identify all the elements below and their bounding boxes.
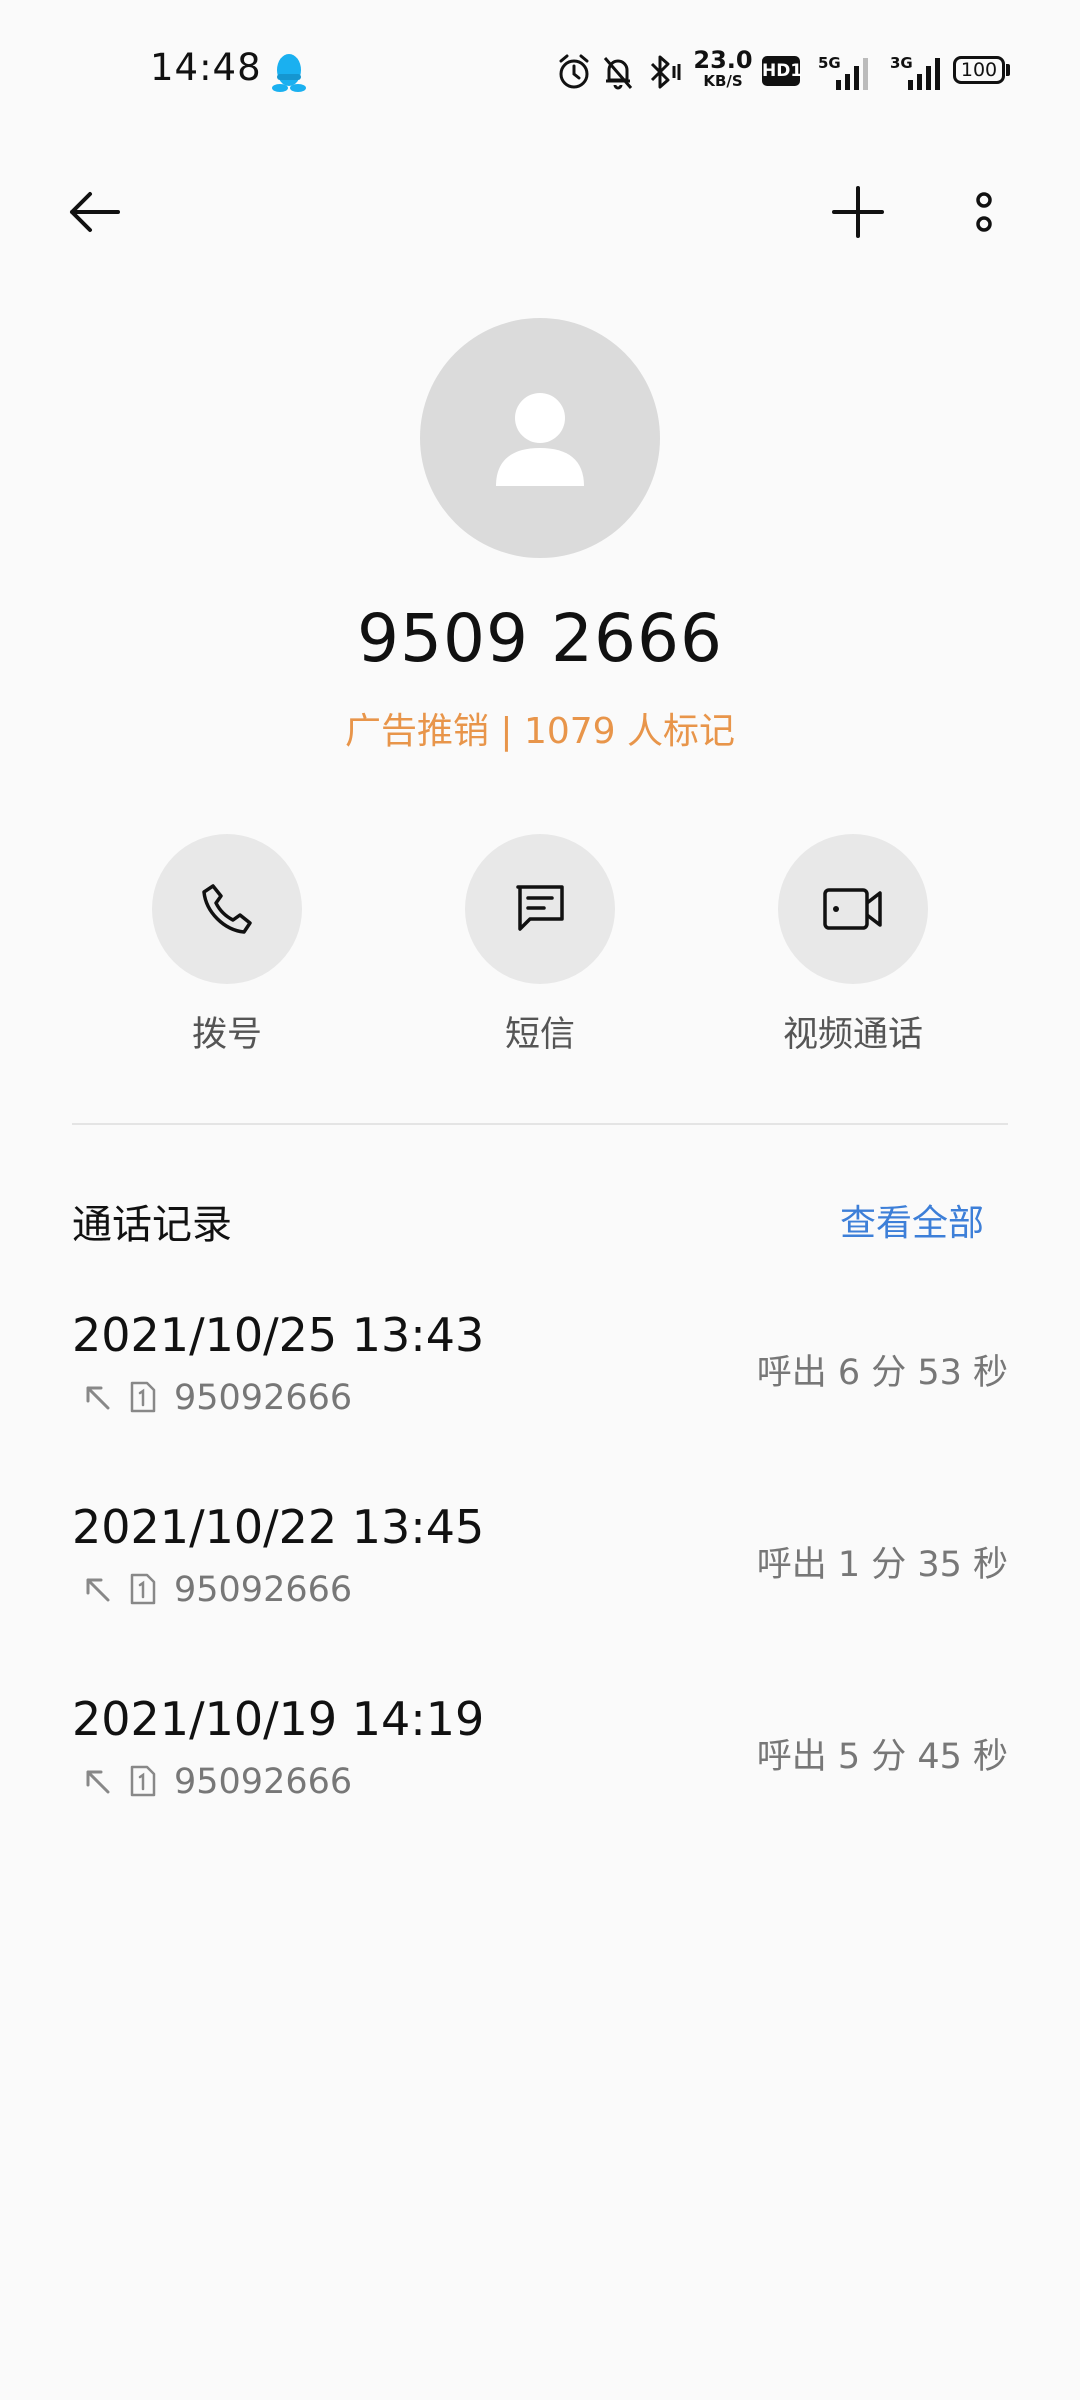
- hd-badge: HD1: [762, 56, 802, 86]
- outgoing-call-icon: [86, 1770, 110, 1794]
- battery-icon: 100: [953, 56, 1005, 84]
- message-button[interactable]: 短信: [390, 834, 690, 1064]
- call-number: 95092666: [174, 1378, 353, 1418]
- back-button[interactable]: [58, 176, 130, 248]
- video-call-circle: [778, 834, 928, 984]
- signal-3g: 3G: [888, 54, 948, 90]
- sim-card-icon: [130, 1573, 156, 1605]
- more-options-button[interactable]: [948, 176, 1020, 248]
- dial-circle: [152, 834, 302, 984]
- sim-card-icon: [130, 1765, 156, 1797]
- message-circle: [465, 834, 615, 984]
- video-call-icon: [823, 888, 882, 930]
- call-number: 95092666: [174, 1762, 353, 1802]
- message-icon: [516, 885, 564, 931]
- person-icon: [496, 393, 584, 486]
- qq-icon: [272, 54, 306, 92]
- dial-button[interactable]: 拨号: [77, 834, 377, 1064]
- bluetooth-icon: [650, 55, 681, 89]
- call-log-row[interactable]: 2021/10/22 13:45 95092666 呼出 1 分 35 秒: [0, 1500, 1080, 1690]
- call-type-duration: 呼出 6 分 53 秒: [756, 1353, 1008, 1393]
- call-datetime: 2021/10/22 13:45: [72, 1500, 485, 1554]
- call-log-title: 通话记录: [72, 1202, 232, 1248]
- message-label: 短信: [504, 1015, 575, 1055]
- battery-tip: [1006, 64, 1010, 76]
- call-datetime: 2021/10/25 13:43: [72, 1308, 485, 1362]
- view-all-link[interactable]: 查看全部: [840, 1194, 984, 1246]
- more-vertical-icon: [976, 192, 992, 232]
- outgoing-call-icon: [86, 1578, 110, 1602]
- net-speed: 23.0 KB/S: [693, 46, 753, 90]
- call-log-row[interactable]: 2021/10/25 13:43 95092666 呼出 6 分 53 秒: [0, 1308, 1080, 1498]
- alarm-icon: [559, 54, 589, 89]
- status-bar: 14:48 23.0 KB/S HD1 5G 3G 100: [0, 0, 1080, 140]
- phone-icon: [202, 884, 252, 934]
- call-log-row[interactable]: 2021/10/19 14:19 95092666 呼出 5 分 45 秒: [0, 1692, 1080, 1882]
- add-contact-button[interactable]: [822, 176, 894, 248]
- video-call-button[interactable]: 视频通话: [703, 834, 1003, 1064]
- status-time: 14:48: [150, 46, 262, 89]
- sim-card-icon: [130, 1381, 156, 1413]
- divider: [72, 1123, 1008, 1125]
- signal-icon: [836, 58, 868, 90]
- call-datetime: 2021/10/19 14:19: [72, 1692, 485, 1746]
- call-type-duration: 呼出 5 分 45 秒: [756, 1737, 1008, 1777]
- plus-icon: [832, 186, 884, 238]
- spam-tag: 广告推销 | 1079 人标记: [344, 711, 736, 752]
- signal-icon: [908, 58, 940, 90]
- avatar: [420, 318, 660, 558]
- video-call-label: 视频通话: [782, 1015, 923, 1055]
- outgoing-call-icon: [86, 1386, 110, 1410]
- dial-label: 拨号: [191, 1015, 262, 1055]
- call-type-duration: 呼出 1 分 35 秒: [756, 1545, 1008, 1585]
- contact-number: 9509 2666: [357, 600, 723, 677]
- bell-off-icon: [603, 57, 633, 90]
- back-arrow-icon: [70, 192, 120, 232]
- call-number: 95092666: [174, 1570, 353, 1610]
- signal-5g: 5G: [816, 54, 876, 90]
